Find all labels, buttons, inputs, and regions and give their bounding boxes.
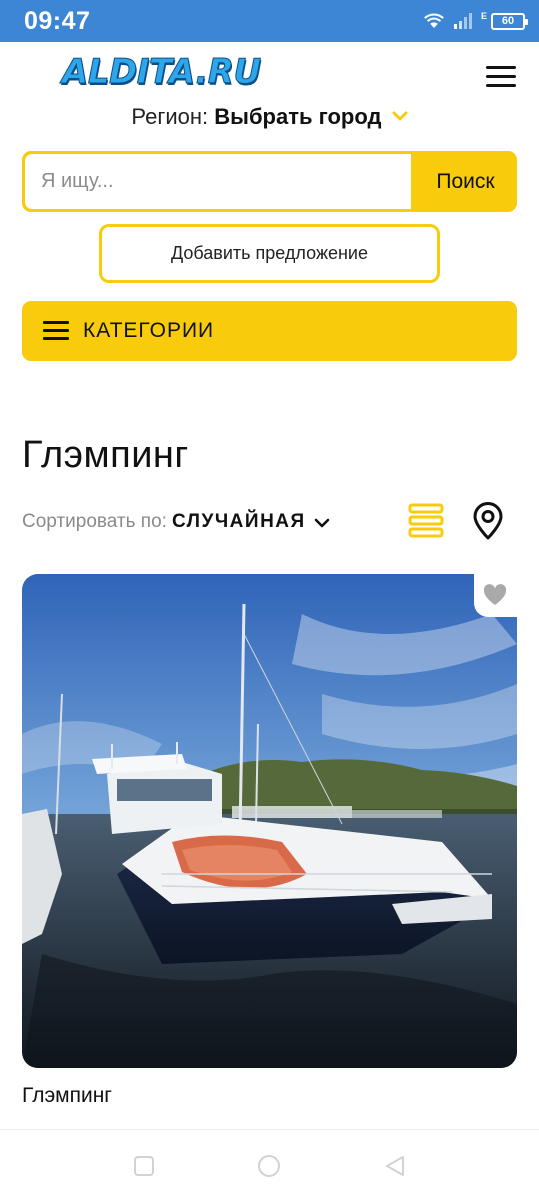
heart-icon <box>483 584 507 605</box>
chevron-down-icon[interactable] <box>392 111 408 122</box>
status-icons: E 60 <box>423 10 528 32</box>
recent-apps-button[interactable] <box>132 1154 156 1178</box>
chevron-down-icon[interactable] <box>314 518 330 529</box>
region-selector: Регион: Выбрать город <box>0 104 539 130</box>
back-button[interactable] <box>383 1154 407 1178</box>
listing-card[interactable] <box>22 574 517 1068</box>
page-title: Глэмпинг <box>22 434 189 476</box>
site-logo[interactable]: ALDITA.RU <box>62 52 262 93</box>
status-time: 09:47 <box>24 7 91 35</box>
status-bar: 09:47 E 60 <box>0 0 539 42</box>
signal-icon <box>453 13 472 29</box>
sort-row: Сортировать по: СЛУЧАЙНАЯ <box>22 509 330 535</box>
favorite-button[interactable] <box>474 574 517 617</box>
hamburger-icon <box>486 75 516 78</box>
search-button[interactable]: Поиск <box>414 151 517 212</box>
categories-label: КАТЕГОРИИ <box>83 319 215 342</box>
battery-icon: 60 <box>491 12 528 30</box>
menu-button[interactable] <box>484 63 518 91</box>
listing-photo <box>22 574 517 1068</box>
search-box: Поиск <box>22 151 517 212</box>
add-offer-button[interactable]: Добавить предложение <box>99 224 440 283</box>
list-view-icon[interactable] <box>407 503 445 539</box>
categories-menu-icon <box>43 321 69 341</box>
battery-level: 60 <box>501 14 515 27</box>
region-label: Регион: <box>131 104 209 129</box>
categories-button[interactable]: КАТЕГОРИИ <box>22 301 517 361</box>
sort-dropdown[interactable]: СЛУЧАЙНАЯ <box>172 511 306 533</box>
wifi-icon <box>424 13 444 28</box>
hamburger-icon <box>486 84 516 87</box>
sort-label: Сортировать по: <box>22 511 167 532</box>
map-pin-icon[interactable] <box>468 501 508 541</box>
region-city-link[interactable]: Выбрать город <box>214 104 381 129</box>
network-type-label: E <box>480 11 487 21</box>
search-input[interactable] <box>25 154 411 209</box>
home-button[interactable] <box>257 1154 281 1178</box>
navigation-bar <box>0 1129 539 1200</box>
listing-title[interactable]: Глэмпинг <box>22 1084 112 1108</box>
hamburger-icon <box>486 66 516 69</box>
